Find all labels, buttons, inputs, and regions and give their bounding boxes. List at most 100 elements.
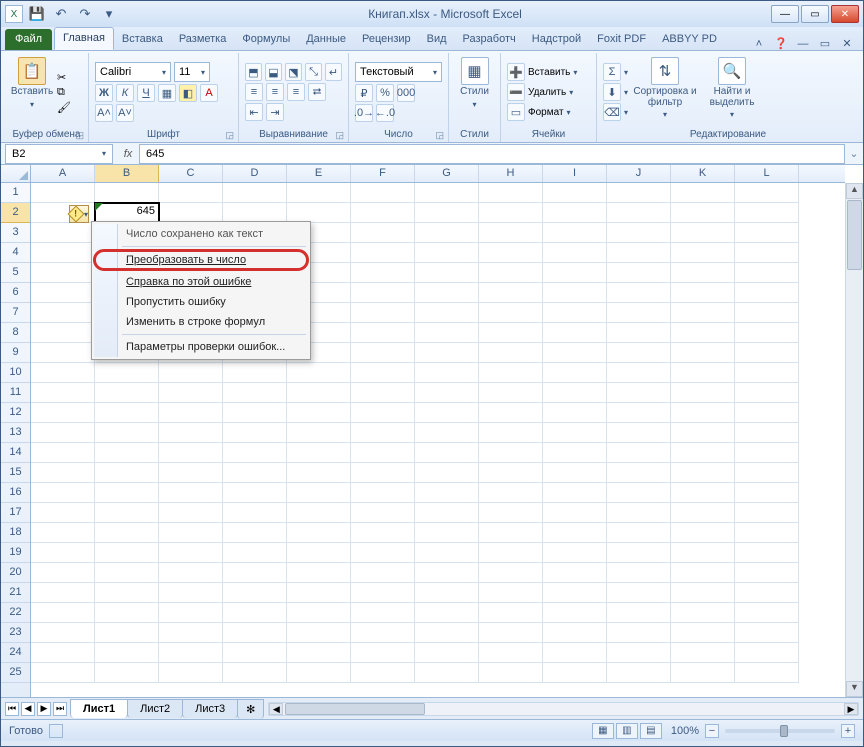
format-painter-button[interactable]: 🖌: [57, 101, 71, 114]
cell-A11[interactable]: [31, 383, 95, 403]
cell-A1[interactable]: [31, 183, 95, 203]
col-header-F[interactable]: F: [351, 165, 415, 182]
cell-H4[interactable]: [479, 243, 543, 263]
cell-G11[interactable]: [415, 383, 479, 403]
percent-button[interactable]: %: [376, 84, 394, 102]
cell-J23[interactable]: [607, 623, 671, 643]
cell-F7[interactable]: [351, 303, 415, 323]
cell-L5[interactable]: [735, 263, 799, 283]
cell-L7[interactable]: [735, 303, 799, 323]
cell-D1[interactable]: [223, 183, 287, 203]
cell-B1[interactable]: [95, 183, 159, 203]
cell-G6[interactable]: [415, 283, 479, 303]
find-select-button[interactable]: 🔍 Найти и выделить▾: [702, 55, 762, 129]
row-header-8[interactable]: 8: [1, 323, 30, 343]
zoom-in-button[interactable]: +: [841, 724, 855, 738]
cell-H14[interactable]: [479, 443, 543, 463]
cell-I25[interactable]: [543, 663, 607, 683]
cell-E11[interactable]: [287, 383, 351, 403]
row-headers[interactable]: 1234567891011121314151617181920212223242…: [1, 183, 31, 697]
align-bottom-button[interactable]: ⬔: [285, 63, 302, 81]
ribbon-minimize-icon[interactable]: ˄: [751, 38, 767, 50]
row-header-21[interactable]: 21: [1, 583, 30, 603]
select-all-corner[interactable]: [1, 165, 31, 183]
row-header-19[interactable]: 19: [1, 543, 30, 563]
align-left-button[interactable]: ≡: [245, 83, 263, 101]
cell-D22[interactable]: [223, 603, 287, 623]
cell-E15[interactable]: [287, 463, 351, 483]
row-header-5[interactable]: 5: [1, 263, 30, 283]
row-header-20[interactable]: 20: [1, 563, 30, 583]
cell-K18[interactable]: [671, 523, 735, 543]
cell-H17[interactable]: [479, 503, 543, 523]
cell-B24[interactable]: [95, 643, 159, 663]
cell-G1[interactable]: [415, 183, 479, 203]
cell-J3[interactable]: [607, 223, 671, 243]
cell-D13[interactable]: [223, 423, 287, 443]
tab-formulas[interactable]: Формулы: [234, 29, 298, 50]
cell-J8[interactable]: [607, 323, 671, 343]
cell-J19[interactable]: [607, 543, 671, 563]
sheet-tab-1[interactable]: Лист1: [70, 699, 128, 718]
cell-A8[interactable]: [31, 323, 95, 343]
tab-developer[interactable]: Разработч: [455, 29, 524, 50]
cell-L8[interactable]: [735, 323, 799, 343]
row-header-9[interactable]: 9: [1, 343, 30, 363]
cell-L17[interactable]: [735, 503, 799, 523]
cell-G23[interactable]: [415, 623, 479, 643]
cell-G16[interactable]: [415, 483, 479, 503]
cell-L3[interactable]: [735, 223, 799, 243]
cell-D2[interactable]: [223, 203, 287, 223]
cell-K3[interactable]: [671, 223, 735, 243]
cell-A12[interactable]: [31, 403, 95, 423]
cell-K2[interactable]: [671, 203, 735, 223]
col-header-I[interactable]: I: [543, 165, 607, 182]
cell-I14[interactable]: [543, 443, 607, 463]
styles-button[interactable]: ▦ Стили▾: [455, 55, 494, 129]
cell-L10[interactable]: [735, 363, 799, 383]
row-header-6[interactable]: 6: [1, 283, 30, 303]
cell-J24[interactable]: [607, 643, 671, 663]
cell-D14[interactable]: [223, 443, 287, 463]
macro-record-icon[interactable]: [49, 724, 63, 738]
cell-L25[interactable]: [735, 663, 799, 683]
autosum-button[interactable]: Σ: [603, 63, 621, 81]
cell-B14[interactable]: [95, 443, 159, 463]
cell-K9[interactable]: [671, 343, 735, 363]
cell-I16[interactable]: [543, 483, 607, 503]
row-header-13[interactable]: 13: [1, 423, 30, 443]
vertical-scrollbar[interactable]: ▲ ▼: [845, 183, 863, 697]
cell-I6[interactable]: [543, 283, 607, 303]
cell-I7[interactable]: [543, 303, 607, 323]
cell-F19[interactable]: [351, 543, 415, 563]
align-center-button[interactable]: ≡: [266, 83, 284, 101]
cell-I11[interactable]: [543, 383, 607, 403]
cell-J10[interactable]: [607, 363, 671, 383]
align-right-button[interactable]: ≡: [287, 83, 305, 101]
cell-F10[interactable]: [351, 363, 415, 383]
cell-I5[interactable]: [543, 263, 607, 283]
cell-D20[interactable]: [223, 563, 287, 583]
cell-E13[interactable]: [287, 423, 351, 443]
cell-F16[interactable]: [351, 483, 415, 503]
cell-J14[interactable]: [607, 443, 671, 463]
cell-A9[interactable]: [31, 343, 95, 363]
cell-H3[interactable]: [479, 223, 543, 243]
cell-C1[interactable]: [159, 183, 223, 203]
fill-button[interactable]: ⬇: [603, 83, 621, 101]
cell-F3[interactable]: [351, 223, 415, 243]
cell-I12[interactable]: [543, 403, 607, 423]
cell-K22[interactable]: [671, 603, 735, 623]
cell-I19[interactable]: [543, 543, 607, 563]
cell-F6[interactable]: [351, 283, 415, 303]
cell-G19[interactable]: [415, 543, 479, 563]
cell-B12[interactable]: [95, 403, 159, 423]
cell-C14[interactable]: [159, 443, 223, 463]
cell-G20[interactable]: [415, 563, 479, 583]
qat-undo-button[interactable]: ↶: [51, 4, 71, 24]
cell-H21[interactable]: [479, 583, 543, 603]
cell-H25[interactable]: [479, 663, 543, 683]
cell-C13[interactable]: [159, 423, 223, 443]
row-header-17[interactable]: 17: [1, 503, 30, 523]
cell-B25[interactable]: [95, 663, 159, 683]
